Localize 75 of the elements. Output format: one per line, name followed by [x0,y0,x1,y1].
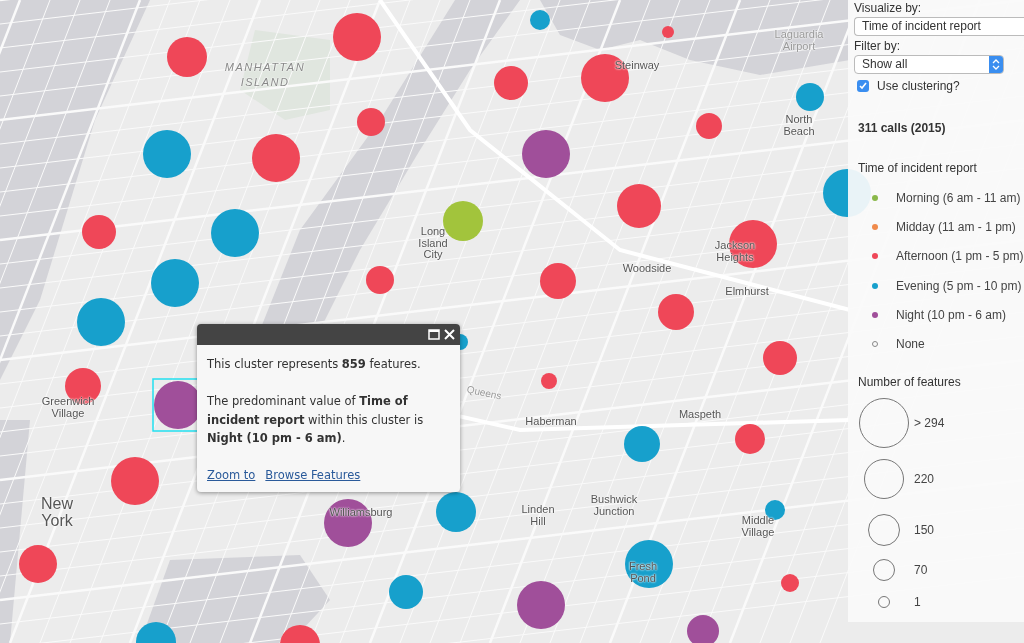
maximize-icon[interactable] [428,329,440,340]
cluster-marker[interactable] [522,130,570,178]
cluster-marker[interactable] [333,13,381,61]
cluster-marker[interactable] [389,575,423,609]
cluster-marker[interactable] [624,426,660,462]
legend-label: Night (10 pm - 6 am) [896,306,1007,324]
legend-label: None [896,336,925,354]
place-label: Maspeth [678,409,722,421]
place-label: Fresh Pond [628,561,658,585]
cluster-marker[interactable] [658,294,694,330]
cluster-marker[interactable] [443,201,483,241]
cluster-marker[interactable] [796,83,824,111]
place-label: Haberman [525,416,577,428]
popup-text: The predominant value of Time of incident report within this cluster is Night (10 pm - 6 am). [207,393,425,448]
legend-label: > 294 [914,414,945,432]
filter-select[interactable]: Show all [854,55,1004,74]
cluster-marker[interactable] [625,540,673,588]
legend-label: Evening (5 pm - 10 pm) [896,277,1022,295]
cluster-marker[interactable] [252,134,300,182]
cluster-marker[interactable] [167,37,207,77]
cluster-marker[interactable] [111,457,159,505]
cluster-marker[interactable] [494,66,528,100]
field-label: Filter by: [854,38,900,55]
cluster-marker[interactable] [357,108,385,136]
legend-label: Morning (6 am - 11 am) [896,189,1021,207]
cluster-marker[interactable] [687,615,719,643]
legend-title: Number of features [858,373,961,391]
cluster-marker[interactable] [136,622,176,643]
cluster-marker[interactable] [696,113,722,139]
legend-title: Time of incident report [858,160,977,177]
place-label: Long Island City [418,226,448,261]
place-label: Bushwick Junction [590,494,638,518]
popup-link[interactable]: Browse Features [265,466,361,484]
clustering-checkbox[interactable] [857,80,869,92]
cluster-marker[interactable] [211,209,259,257]
cluster-marker[interactable] [77,298,125,346]
cluster-marker[interactable] [19,545,57,583]
cluster-marker[interactable] [763,341,797,375]
legend-label: Afternoon (1 pm - 5 pm) [896,248,1024,266]
cluster-marker[interactable] [540,263,576,299]
place-label: North Beach [783,114,815,138]
legend-label: 150 [914,521,935,539]
legend-label: 1 [914,593,921,611]
legend-label: Midday (11 am - 1 pm) [896,218,1016,236]
cluster-marker[interactable] [436,492,476,532]
cluster-marker[interactable] [143,130,191,178]
cluster-marker[interactable] [151,259,199,307]
cluster-marker[interactable] [517,581,565,629]
place-label: Linden Hill [521,504,555,528]
cluster-marker[interactable] [617,184,661,228]
place-label: Elmhurst [725,286,769,298]
visualize-select[interactable]: Time of incident report [854,17,1024,36]
checkbox-label[interactable]: Use clustering? [877,77,960,95]
place-label: New York [41,496,73,530]
cluster-marker[interactable] [530,10,550,30]
cluster-marker[interactable] [366,266,394,294]
place-label: Woodside [622,263,672,275]
legend-label: 220 [914,470,935,488]
field-label: Visualize by: [854,0,922,17]
call-count: 311 calls (2015) [858,120,946,137]
cluster-marker[interactable] [82,215,116,249]
place-label: Middle Village [741,515,775,539]
popup-text: This cluster represents 859 features. [207,356,422,373]
cluster-marker[interactable] [662,26,674,38]
place-label: MANHATTAN ISLAND [224,60,306,91]
cluster-marker[interactable] [280,625,320,643]
place-label: Laguardia Airport [774,29,824,53]
cluster-marker[interactable] [781,574,799,592]
cluster-marker[interactable] [735,424,765,454]
popup-link[interactable]: Zoom to [207,466,256,484]
select-arrows-icon [989,56,1003,73]
close-icon[interactable] [444,329,455,340]
place-label: Queens [465,384,503,403]
cluster-marker[interactable] [541,373,557,389]
legend-label: 70 [914,561,928,579]
